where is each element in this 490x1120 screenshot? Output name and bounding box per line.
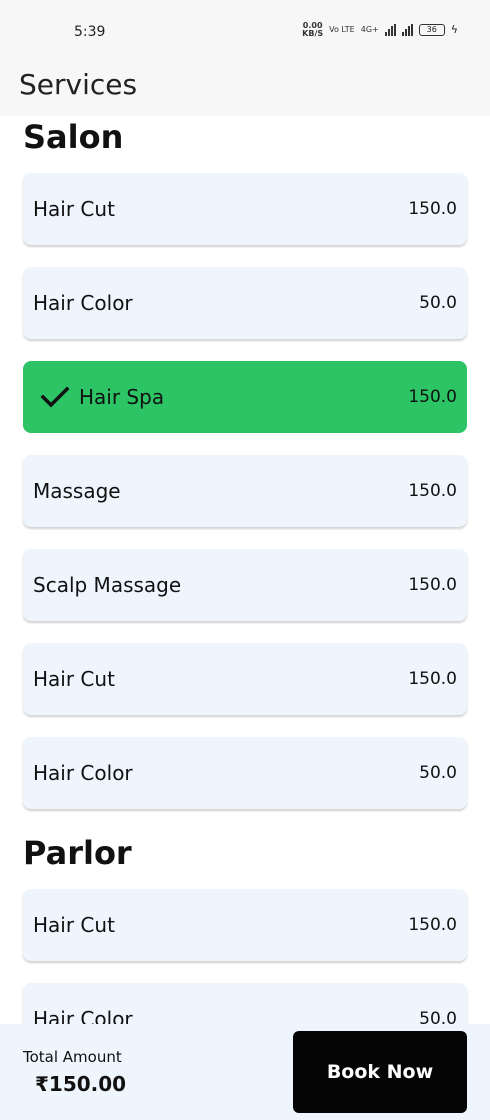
status-time: 5:39 bbox=[74, 24, 106, 40]
page-title: Services bbox=[19, 68, 138, 101]
service-name: Hair Cut bbox=[33, 667, 115, 691]
service-card[interactable]: Hair Color 50.0 bbox=[23, 983, 467, 1024]
service-name: Hair Cut bbox=[33, 197, 115, 221]
service-card[interactable]: Hair Cut 150.0 bbox=[23, 643, 467, 715]
services-list[interactable]: Salon Hair Cut 150.0 Hair Color 50.0 Hai… bbox=[0, 116, 490, 1024]
service-card[interactable]: Hair Color 50.0 bbox=[23, 267, 467, 339]
service-name: Hair Cut bbox=[33, 913, 115, 937]
service-card[interactable]: Massage 150.0 bbox=[23, 455, 467, 527]
service-card-selected[interactable]: Hair Spa 150.0 bbox=[23, 361, 467, 433]
section-title-parlor: Parlor bbox=[23, 834, 132, 872]
battery-level: 36 bbox=[426, 25, 437, 34]
service-price: 150.0 bbox=[408, 575, 457, 595]
service-price: 50.0 bbox=[419, 1009, 457, 1024]
service-card[interactable]: Hair Cut 150.0 bbox=[23, 173, 467, 245]
service-card[interactable]: Hair Color 50.0 bbox=[23, 737, 467, 809]
total-amount-label: Total Amount bbox=[23, 1048, 122, 1066]
network-speed-unit: KB/S bbox=[302, 29, 324, 38]
service-name: Massage bbox=[33, 479, 121, 503]
network-speed: 0.00 KB/S bbox=[302, 22, 323, 38]
check-icon bbox=[40, 386, 70, 408]
volte-label: Vo LTE bbox=[329, 25, 355, 34]
section-title-salon: Salon bbox=[23, 118, 124, 156]
checkout-bar: Total Amount ₹150.00 Book Now bbox=[0, 1024, 490, 1120]
service-name: Scalp Massage bbox=[33, 573, 182, 597]
app-header: Services bbox=[0, 60, 490, 116]
service-price: 50.0 bbox=[419, 293, 457, 313]
service-name: Hair Color bbox=[33, 291, 133, 315]
service-price: 150.0 bbox=[408, 915, 457, 935]
service-price: 150.0 bbox=[408, 387, 457, 407]
signal-icon-secondary bbox=[401, 24, 413, 36]
service-price: 50.0 bbox=[419, 763, 457, 783]
service-name: Hair Color bbox=[33, 1007, 133, 1024]
network-type: 4G+ bbox=[360, 25, 379, 34]
service-price: 150.0 bbox=[408, 669, 457, 689]
service-name: Hair Color bbox=[33, 761, 133, 785]
book-now-button[interactable]: Book Now bbox=[293, 1031, 467, 1113]
service-price: 150.0 bbox=[408, 481, 457, 501]
status-bar: 5:39 0.00 KB/S Vo LTE 4G+ 36 ϟ bbox=[0, 0, 490, 60]
service-card[interactable]: Scalp Massage 150.0 bbox=[23, 549, 467, 621]
battery-icon: 36 bbox=[418, 24, 445, 36]
status-icons: 0.00 KB/S Vo LTE 4G+ 36 ϟ bbox=[302, 22, 458, 38]
service-name: Hair Spa bbox=[79, 385, 165, 409]
service-price: 150.0 bbox=[408, 199, 457, 219]
signal-icon bbox=[384, 24, 396, 36]
total-amount-value: ₹150.00 bbox=[35, 1072, 127, 1096]
service-card[interactable]: Hair Cut 150.0 bbox=[23, 889, 467, 961]
charging-icon: ϟ bbox=[450, 23, 458, 36]
